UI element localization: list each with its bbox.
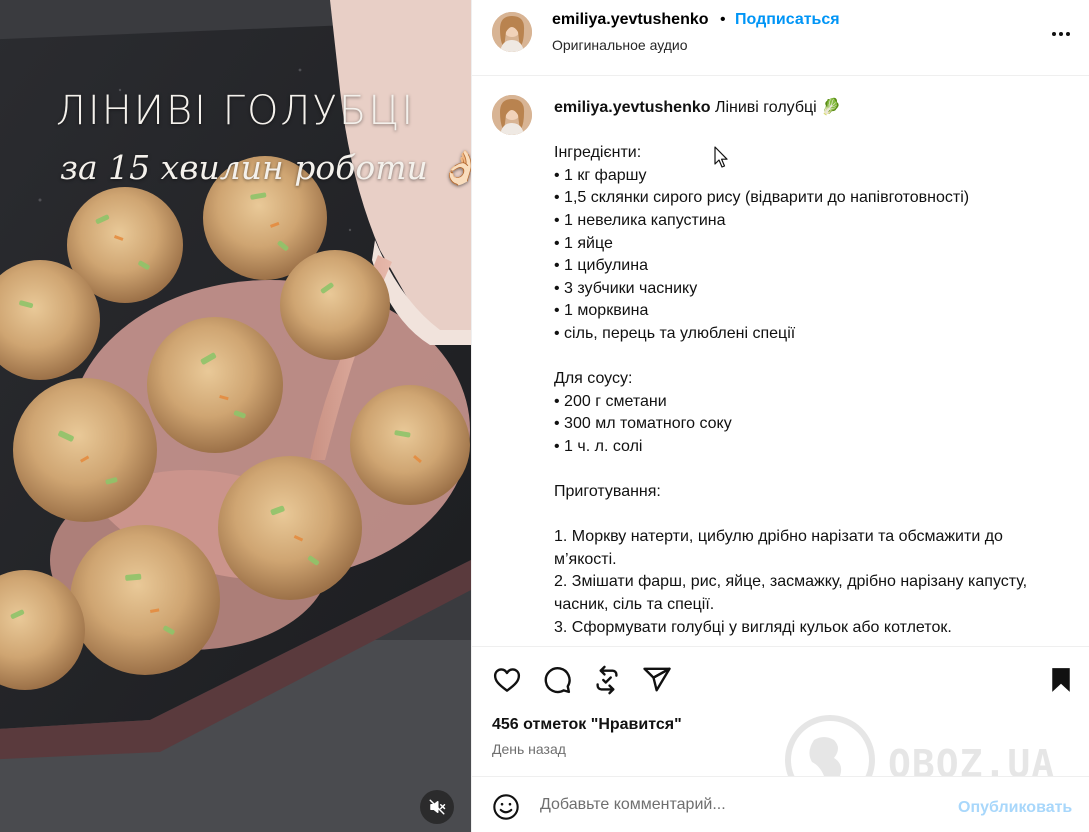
- caption-username-link[interactable]: emiliya.yevtushenko: [554, 99, 711, 116]
- avatar-photo: [492, 12, 532, 52]
- list-item: • 1 кг фаршу: [554, 166, 647, 184]
- list-item: • 3 зубчики часнику: [554, 279, 698, 297]
- action-bar: 456 отметок "Нравится" День назад: [472, 646, 1089, 776]
- smiley-icon: [493, 794, 519, 820]
- comment-button[interactable]: [542, 665, 572, 695]
- caption-avatar[interactable]: [492, 95, 532, 135]
- list-item: • 300 мл томатного соку: [554, 415, 732, 433]
- list-item: • 1 яйце: [554, 234, 613, 252]
- mouse-cursor-icon: [714, 146, 728, 168]
- post-header: emiliya.yevtushenko • Подписаться Оригин…: [472, 0, 1089, 76]
- comment-input[interactable]: [540, 791, 900, 819]
- publish-button[interactable]: Опубликовать: [958, 799, 1072, 817]
- repost-button[interactable]: [592, 665, 622, 695]
- sauce-heading: Для соусу:: [554, 370, 633, 388]
- original-audio-link[interactable]: Оригинальное аудио: [552, 37, 688, 53]
- comment-icon: [544, 667, 571, 694]
- likes-count[interactable]: 456 отметок "Нравится": [492, 716, 682, 734]
- ellipsis-icon: [1052, 32, 1070, 36]
- header-username-link[interactable]: emiliya.yevtushenko: [552, 11, 709, 29]
- share-button[interactable]: [642, 665, 672, 695]
- list-item: • 1 невелика капустина: [554, 211, 726, 229]
- mute-button[interactable]: [420, 790, 454, 824]
- post-timestamp[interactable]: День назад: [492, 741, 566, 757]
- list-item: 3. Сформувати голубці у вигляді кульок а…: [554, 618, 952, 636]
- list-item: • 1 морквина: [554, 302, 649, 320]
- repost-icon: [596, 665, 618, 695]
- list-item: • 200 г сметани: [554, 392, 667, 410]
- speaker-muted-icon: [429, 799, 446, 815]
- bookmark-filled-icon: [1052, 668, 1070, 692]
- list-item: 2. Змішати фарш, рис, яйце, засмажку, др…: [554, 573, 1028, 614]
- heart-icon: [493, 668, 521, 692]
- ingredients-heading: Інгредієнти:: [554, 144, 642, 162]
- media-subtitle-overlay: за 15 хвилин роботи 👌🏻: [60, 148, 471, 187]
- post-media[interactable]: ЛІНИВІ ГОЛУБЦІ за 15 хвилин роботи 👌🏻: [0, 0, 471, 832]
- avatar[interactable]: [492, 12, 532, 52]
- list-item: 1. Моркву натерти, цибулю дрібно нарізат…: [554, 528, 1003, 568]
- steps-heading: Приготування:: [554, 483, 661, 501]
- more-options-button[interactable]: [1049, 22, 1073, 46]
- save-button[interactable]: [1046, 665, 1076, 695]
- paper-plane-icon: [643, 667, 671, 692]
- media-title-overlay: ЛІНИВІ ГОЛУБЦІ: [55, 88, 416, 134]
- avatar-photo: [492, 95, 532, 135]
- emoji-button[interactable]: [492, 793, 520, 821]
- list-item: • 1 цибулина: [554, 257, 648, 275]
- list-item: • сіль, перець та улюблені спеції: [554, 324, 796, 342]
- header-separator: •: [720, 11, 726, 28]
- follow-button[interactable]: Подписаться: [735, 11, 840, 29]
- list-item: • 1,5 склянки сирого рису (відварити до …: [554, 189, 970, 207]
- caption-text: emiliya.yevtushenko Ліниві голубці 🥬 Інг…: [554, 97, 1054, 639]
- like-button[interactable]: [492, 665, 522, 695]
- list-item: • 1 ч. л. солі: [554, 437, 643, 455]
- comment-bar: Опубликовать: [472, 776, 1089, 832]
- caption-title: Ліниві голубці 🥬: [714, 99, 842, 116]
- post-panel: emiliya.yevtushenko • Подписаться Оригин…: [471, 0, 1089, 832]
- caption-scroll-area[interactable]: emiliya.yevtushenko Ліниві голубці 🥬 Інг…: [472, 77, 1089, 645]
- caption-title-line: emiliya.yevtushenko Ліниві голубці 🥬: [554, 97, 1054, 120]
